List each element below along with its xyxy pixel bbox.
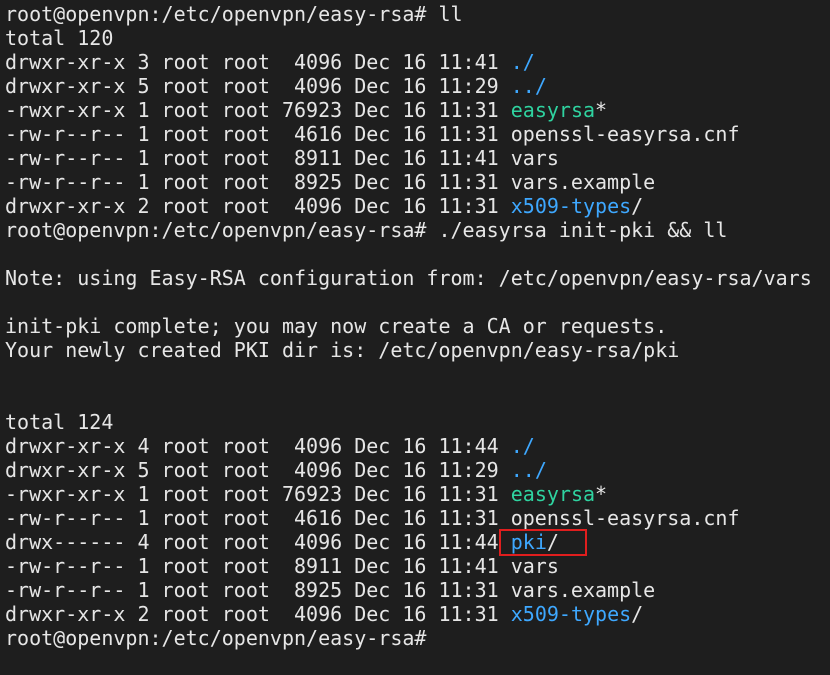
terminal-line: drwxr-xr-x 4 root root 4096 Dec 16 11:44… xyxy=(5,434,812,458)
terminal-text: drwxr-xr-x 5 root root 4096 Dec 16 11:29 xyxy=(5,74,511,98)
terminal-text: -rw-r--r-- 1 root root 4616 Dec 16 11:31… xyxy=(5,506,740,530)
terminal-line: drwxr-xr-x 3 root root 4096 Dec 16 11:41… xyxy=(5,50,812,74)
terminal-line: drwxr-xr-x 2 root root 4096 Dec 16 11:31… xyxy=(5,194,812,218)
terminal-line: root@openvpn:/etc/openvpn/easy-rsa# ll xyxy=(5,2,812,26)
terminal-line: -rw-r--r-- 1 root root 8911 Dec 16 11:41… xyxy=(5,146,812,170)
executable-name: easyrsa xyxy=(510,482,596,506)
executable-name: easyrsa xyxy=(510,98,596,122)
terminal-text: / xyxy=(631,602,644,626)
terminal-line: root@openvpn:/etc/openvpn/easy-rsa# xyxy=(5,626,812,650)
terminal-text: / xyxy=(631,194,644,218)
terminal-line: -rw-r--r-- 1 root root 8925 Dec 16 11:31… xyxy=(5,578,812,602)
terminal-line: total 124 xyxy=(5,410,812,434)
terminal-line: -rw-r--r-- 1 root root 4616 Dec 16 11:31… xyxy=(5,506,812,530)
terminal-text: root@openvpn:/etc/openvpn/easy-rsa# ll xyxy=(5,2,463,26)
terminal-line: root@openvpn:/etc/openvpn/easy-rsa# ./ea… xyxy=(5,218,812,242)
pki-highlight-box xyxy=(499,529,587,556)
terminal-text: root@openvpn:/etc/openvpn/easy-rsa# ./ea… xyxy=(5,218,728,242)
directory-name: x509-types xyxy=(510,194,632,218)
terminal-line: init-pki complete; you may now create a … xyxy=(5,314,812,338)
terminal-text: init-pki complete; you may now create a … xyxy=(5,314,668,338)
terminal-line: -rw-r--r-- 1 root root 4616 Dec 16 11:31… xyxy=(5,122,812,146)
terminal-line: Your newly created PKI dir is: /etc/open… xyxy=(5,338,812,362)
terminal-line: drwxr-xr-x 5 root root 4096 Dec 16 11:29… xyxy=(5,458,812,482)
terminal-text: total 124 xyxy=(5,410,114,434)
terminal-text: * xyxy=(595,98,608,122)
directory-name: ../ xyxy=(510,74,547,98)
terminal-text: drwxr-xr-x 2 root root 4096 Dec 16 11:31 xyxy=(5,602,511,626)
terminal-line: -rw-r--r-- 1 root root 8911 Dec 16 11:41… xyxy=(5,554,812,578)
directory-name: ./ xyxy=(510,434,535,458)
terminal-text: total 120 xyxy=(5,26,114,50)
terminal-text: -rwxr-xr-x 1 root root 76923 Dec 16 11:3… xyxy=(5,482,511,506)
terminal-text: drwxr-xr-x 3 root root 4096 Dec 16 11:41 xyxy=(5,50,511,74)
terminal-text: -rwxr-xr-x 1 root root 76923 Dec 16 11:3… xyxy=(5,98,511,122)
terminal-line: Note: using Easy-RSA configuration from:… xyxy=(5,266,812,290)
terminal-window[interactable]: root@openvpn:/etc/openvpn/easy-rsa# ll to… xyxy=(0,0,830,675)
terminal-text: -rw-r--r-- 1 root root 8925 Dec 16 11:31… xyxy=(5,578,656,602)
terminal-text: -rw-r--r-- 1 root root 8925 Dec 16 11:31… xyxy=(5,170,656,194)
terminal-text: Your newly created PKI dir is: /etc/open… xyxy=(5,338,680,362)
terminal-text: -rw-r--r-- 1 root root 4616 Dec 16 11:31… xyxy=(5,122,740,146)
directory-name: ./ xyxy=(510,50,535,74)
terminal-text: drwxr-xr-x 4 root root 4096 Dec 16 11:44 xyxy=(5,434,511,458)
terminal-output: root@openvpn:/etc/openvpn/easy-rsa# ll to… xyxy=(5,2,812,650)
terminal-line: total 120 xyxy=(5,26,812,50)
terminal-text: -rw-r--r-- 1 root root 8911 Dec 16 11:41… xyxy=(5,554,559,578)
terminal-line: -rwxr-xr-x 1 root root 76923 Dec 16 11:3… xyxy=(5,98,812,122)
terminal-line: -rw-r--r-- 1 root root 8925 Dec 16 11:31… xyxy=(5,170,812,194)
terminal-text: root@openvpn:/etc/openvpn/easy-rsa# xyxy=(5,626,427,650)
directory-name: ../ xyxy=(510,458,547,482)
terminal-text: drwxr-xr-x 2 root root 4096 Dec 16 11:31 xyxy=(5,194,511,218)
terminal-text: drwxr-xr-x 5 root root 4096 Dec 16 11:29 xyxy=(5,458,511,482)
terminal-text: -rw-r--r-- 1 root root 8911 Dec 16 11:41… xyxy=(5,146,559,170)
directory-name: x509-types xyxy=(510,602,632,626)
terminal-line: -rwxr-xr-x 1 root root 76923 Dec 16 11:3… xyxy=(5,482,812,506)
terminal-text: Note: using Easy-RSA configuration from:… xyxy=(5,266,812,290)
terminal-line: drwxr-xr-x 2 root root 4096 Dec 16 11:31… xyxy=(5,602,812,626)
terminal-line: drwx------ 4 root root 4096 Dec 16 11:44… xyxy=(5,530,812,554)
terminal-text: drwx------ 4 root root 4096 Dec 16 11:44 xyxy=(5,530,511,554)
terminal-text: * xyxy=(595,482,608,506)
terminal-line: drwxr-xr-x 5 root root 4096 Dec 16 11:29… xyxy=(5,74,812,98)
